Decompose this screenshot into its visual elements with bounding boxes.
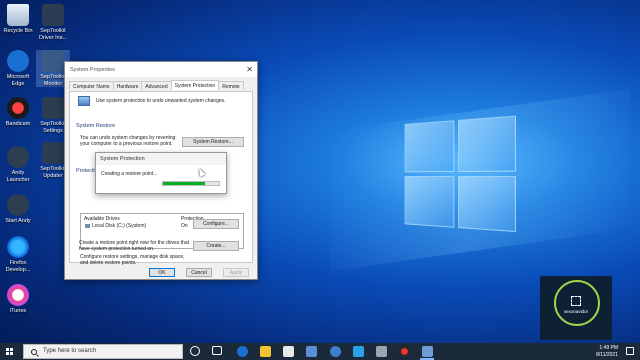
settings-icon[interactable] [330, 346, 341, 357]
desktop-icon-start-andy[interactable]: Start Andy [1, 194, 35, 225]
snipping-tool-icon[interactable] [376, 346, 387, 357]
file-explorer-icon[interactable] [260, 346, 271, 357]
configure-button[interactable]: Configure... [193, 219, 239, 229]
intro-text: Use system protection to undo unwanted s… [96, 98, 226, 104]
cancel-button[interactable]: Cancel [186, 268, 212, 277]
desktop-icon-label: Andy Launcher [6, 170, 30, 183]
start-button[interactable] [0, 343, 20, 360]
create-text-line-2: have system protection turned on. [79, 246, 155, 252]
andy-icon [7, 146, 29, 168]
taskbar: Type here to search 1:49 PM 8/11/2021 [0, 343, 640, 360]
desktop-icon-label: iTunes [9, 308, 27, 314]
progress-bar [162, 181, 220, 186]
septoolkit-icon [42, 142, 64, 164]
drive-name: Local Disk (C:) (System) [92, 223, 147, 229]
taskbar-time[interactable]: 1:49 PM [588, 345, 618, 351]
septoolkit-icon [42, 97, 64, 119]
system-protection-icon [78, 96, 90, 106]
store-icon[interactable] [283, 346, 294, 357]
search-icon [31, 349, 37, 355]
andy-icon [7, 194, 29, 216]
drive-protection-state: On [181, 223, 188, 229]
photos-icon[interactable] [353, 346, 364, 357]
desktop-icon-itunes[interactable]: iTunes [1, 284, 35, 315]
desktop-icon-label: Firefox Develop... [5, 260, 31, 273]
progress-message: Creating a restore point... [101, 171, 158, 177]
drive-icon [85, 224, 90, 228]
edge-icon[interactable] [237, 346, 248, 357]
taskbar-date[interactable]: 8/11/2021 [582, 352, 618, 358]
edge-icon [7, 50, 29, 72]
system-protection-progress-dialog: System Protection Creating a restore poi… [95, 152, 227, 194]
itunes-icon [7, 284, 29, 306]
progress-bar-fill [163, 182, 205, 185]
channel-watermark: sexonavidor [540, 276, 612, 340]
septoolkit-icon [42, 50, 64, 72]
restore-text-line-2: your computer to a previous restore poin… [80, 141, 173, 147]
system-restore-button[interactable]: System Restore... [182, 137, 244, 147]
desktop-icon-firefox[interactable]: Firefox Develop... [1, 236, 35, 273]
desktop-icon-recycle-bin[interactable]: Recycle Bin [1, 4, 35, 35]
desktop-icon-label: Start Andy [5, 218, 31, 224]
tab-remote[interactable]: Remote [218, 81, 244, 90]
tab-system-protection[interactable]: System Protection [170, 80, 220, 90]
qr-icon [571, 296, 581, 306]
taskbar-search-box[interactable]: Type here to search [23, 344, 183, 359]
desktop-icon-bandicam[interactable]: Bandicam [1, 97, 35, 128]
create-button[interactable]: Create... [193, 241, 239, 251]
notification-icon[interactable] [626, 347, 634, 355]
dialog-footer: OK Cancel Apply [65, 265, 259, 280]
apply-button[interactable]: Apply [223, 268, 249, 277]
desktop-icon-andy-launcher[interactable]: Andy Launcher [1, 146, 35, 183]
desktop-icon-label: Recycle Bin [3, 28, 33, 34]
windows-logo-wallpaper [404, 115, 521, 236]
close-icon[interactable]: ✕ [246, 65, 253, 74]
popup-title: System Protection [96, 153, 226, 165]
system-restore-group-label: System Restore [76, 123, 116, 129]
list-header-drives: Available Drives [84, 216, 120, 222]
dialog-titlebar[interactable]: System Properties ✕ [65, 62, 257, 77]
desktop-icon-septoolkit-driver[interactable]: SepToolkit Driver Ins... [36, 4, 70, 41]
tab-computer-name[interactable]: Computer Name [69, 81, 114, 90]
task-view-icon[interactable] [212, 346, 222, 355]
desktop-icon-label: SepToolkit Driver Ins... [38, 28, 68, 41]
dialog-title: System Properties [70, 67, 115, 73]
watermark-text: sexonavidor [563, 309, 589, 314]
tab-hardware[interactable]: Hardware [112, 81, 143, 90]
search-placeholder: Type here to search [43, 348, 97, 354]
firefox-icon [7, 236, 29, 258]
tab-advanced[interactable]: Advanced [141, 81, 172, 90]
septoolkit-icon [42, 4, 64, 26]
recycle-bin-icon [7, 4, 29, 26]
desktop-icon-label: Microsoft Edge [6, 74, 30, 87]
desktop-icon-label: Bandicam [5, 121, 31, 127]
windows-start-icon [6, 348, 9, 351]
bandicam-icon[interactable] [399, 346, 410, 357]
bandicam-icon [7, 97, 29, 119]
tab-strip: Computer Name Hardware Advanced System P… [69, 80, 244, 91]
cortana-icon[interactable] [190, 346, 200, 356]
mail-icon[interactable] [306, 346, 317, 357]
desktop-icon-edge[interactable]: Microsoft Edge [1, 50, 35, 87]
ok-button[interactable]: OK [149, 268, 175, 277]
system-properties-taskbar-icon[interactable] [422, 346, 433, 357]
